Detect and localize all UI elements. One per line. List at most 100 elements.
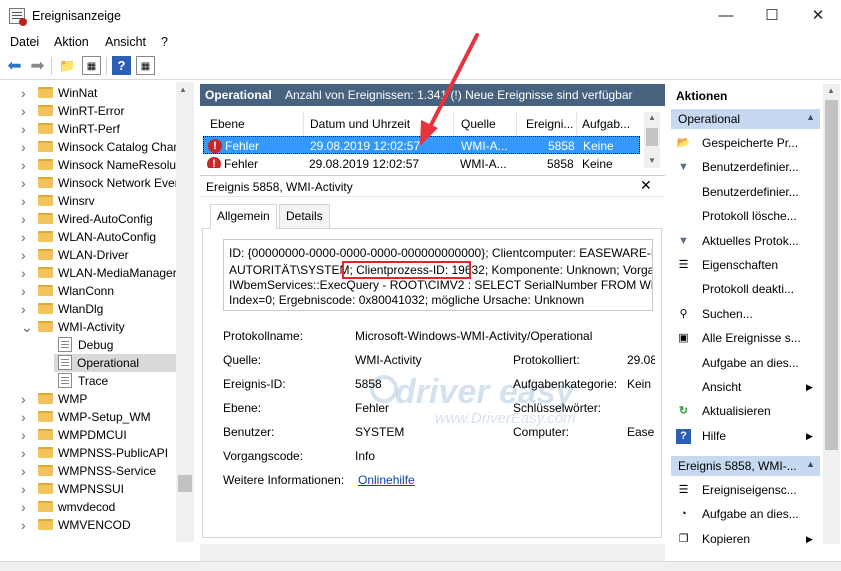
action-item[interactable]: Benutzerdefinier... (672, 181, 817, 203)
chevron-right-icon[interactable]: › (21, 192, 26, 210)
tree-item[interactable]: › Winsock Network Ever (0, 174, 179, 192)
column-separator[interactable] (303, 112, 304, 136)
actions-section-operational[interactable]: Operational ▲ (671, 109, 820, 129)
tree-item[interactable]: › Winsock Catalog Chan (0, 138, 180, 156)
tree-item[interactable]: › WMPDMCUI (0, 426, 176, 444)
column-header-ebene[interactable]: Ebene (210, 117, 245, 131)
help-icon[interactable]: ? (112, 56, 131, 75)
tree-item[interactable]: › Winsock NameResolut (0, 156, 179, 174)
action-item[interactable]: ❐ Kopieren ▶ (672, 528, 817, 550)
chevron-right-icon[interactable]: › (21, 408, 26, 426)
detail-horizontal-scrollbar[interactable] (200, 544, 665, 561)
action-item[interactable]: Protokoll lösche... (672, 205, 817, 227)
actions-scroll-thumb[interactable] (825, 100, 838, 450)
tree-item[interactable]: › Winsrv (0, 192, 176, 210)
action-item[interactable]: Protokoll deakti... (672, 278, 817, 300)
tree-item[interactable]: › WLAN-AutoConfig (0, 228, 176, 246)
tree-item[interactable]: › WMPNSS-Service (0, 462, 176, 480)
tree-item[interactable]: › WMPNSS-PublicAPI (0, 444, 176, 462)
tree-item[interactable]: › Wired-AutoConfig (0, 210, 176, 228)
chevron-right-icon[interactable]: › (21, 210, 26, 228)
chevron-right-icon[interactable]: › (21, 282, 26, 300)
column-header-datum[interactable]: Datum und Uhrzeit (310, 117, 410, 131)
back-arrow-icon[interactable]: ⬅ (5, 56, 24, 75)
column-header-quelle[interactable]: Quelle (461, 117, 496, 131)
tree-item[interactable]: › WlanDlg (0, 300, 176, 318)
event-row-selected[interactable]: ! Fehler 29.08.2019 12:02:57 WMI-A... 58… (203, 136, 640, 154)
collapse-chevron-icon[interactable]: ▲ (806, 459, 815, 469)
column-separator[interactable] (516, 112, 517, 136)
chevron-right-icon[interactable]: › (21, 516, 26, 534)
show-hide-actions-icon[interactable]: ▦ (136, 56, 155, 75)
column-separator[interactable] (453, 112, 454, 136)
tree-item[interactable]: › WMP-Setup_WM (0, 408, 176, 426)
tab-details[interactable]: Details (279, 204, 330, 228)
chevron-right-icon[interactable]: › (21, 84, 26, 102)
tree-item[interactable]: Operational (54, 354, 176, 372)
tab-allgemein[interactable]: Allgemein (210, 204, 277, 229)
column-separator[interactable] (576, 112, 577, 136)
event-row[interactable]: ! Fehler 29.08.2019 12:02:57 WMI-A... 58… (203, 155, 640, 168)
action-item[interactable]: ▼ Aktuelles Protok... (672, 230, 817, 252)
tree-scrollbar[interactable]: ▲ (176, 82, 194, 542)
tree-item[interactable]: › WMP (0, 390, 176, 408)
chevron-right-icon[interactable]: › (21, 138, 26, 156)
column-header-aufgabe[interactable]: Aufgab... (582, 117, 630, 131)
chevron-right-icon[interactable]: › (21, 480, 26, 498)
event-list-scroll-thumb[interactable] (646, 128, 658, 146)
collapse-chevron-icon[interactable]: ▲ (806, 112, 815, 122)
forward-arrow-icon[interactable]: ➡ (28, 56, 47, 75)
tree-item[interactable]: › WLAN-Driver (0, 246, 176, 264)
action-item[interactable]: 📂 Gespeicherte Pr... (672, 132, 817, 154)
chevron-right-icon[interactable]: › (21, 102, 26, 120)
tree-item[interactable]: › WMVENCOD (0, 516, 176, 534)
column-header-ereignis[interactable]: Ereigni... (526, 117, 573, 131)
online-help-link[interactable]: Onlinehilfe (358, 473, 415, 487)
action-item[interactable]: ☰ Eigenschaften (672, 254, 817, 276)
chevron-right-icon[interactable]: › (21, 426, 26, 444)
chevron-right-icon[interactable]: › (21, 264, 26, 282)
tree-item[interactable]: › WinRT-Perf (0, 120, 176, 138)
chevron-right-icon[interactable]: › (21, 498, 26, 516)
chevron-right-icon[interactable]: › (21, 156, 26, 174)
action-item[interactable]: ▼ Benutzerdefinier... (672, 156, 817, 178)
detail-close-icon[interactable]: ✕ (640, 177, 652, 194)
tree-item[interactable]: Trace (0, 372, 176, 390)
tree-item[interactable]: › WlanConn (0, 282, 176, 300)
tree-item[interactable]: › WMPNSSUI (0, 480, 176, 498)
menu-ansicht[interactable]: Ansicht (105, 35, 146, 49)
tree-scroll-thumb[interactable] (178, 475, 192, 492)
action-item[interactable]: ⚲ Suchen... (672, 303, 817, 325)
tree-item[interactable]: › wmvdecod (0, 498, 176, 516)
navigation-tree[interactable]: › WinNat › WinRT-Error › WinRT-Perf › Winsock C… (0, 82, 195, 542)
chevron-right-icon[interactable]: › (21, 246, 26, 264)
action-item[interactable]: ☰ Ereigniseigensc... (672, 479, 817, 501)
maximize-button[interactable]: ☐ (749, 0, 795, 32)
tree-item[interactable]: › WinRT-Error (0, 102, 176, 120)
menu-datei[interactable]: Datei (10, 35, 39, 49)
menu-aktion[interactable]: Aktion (54, 35, 89, 49)
menu-help[interactable]: ? (161, 35, 168, 49)
tree-item[interactable]: ⌄ WMI-Activity (0, 318, 176, 336)
action-item[interactable]: Ansicht ▶ (672, 376, 817, 398)
chevron-right-icon[interactable]: › (21, 228, 26, 246)
chevron-right-icon[interactable]: › (21, 120, 26, 138)
tree-item[interactable]: Debug (0, 336, 176, 354)
action-item[interactable]: ▣ Alle Ereignisse s... (672, 327, 817, 349)
chevron-right-icon[interactable]: › (21, 174, 26, 192)
chevron-right-icon[interactable]: › (21, 444, 26, 462)
chevron-right-icon[interactable]: › (21, 462, 26, 480)
folder-up-icon[interactable]: 📁 (58, 56, 77, 75)
action-item[interactable]: ? Hilfe ▶ (672, 425, 817, 447)
actions-section-event[interactable]: Ereignis 5858, WMI-... ▲ (671, 456, 820, 476)
chevron-right-icon[interactable]: › (21, 300, 26, 318)
close-button[interactable]: ✕ (795, 0, 841, 32)
chevron-down-icon[interactable]: ⌄ (21, 318, 33, 336)
action-item[interactable]: Aufgabe an dies... (672, 352, 817, 374)
tree-item[interactable]: › WinNat (0, 84, 176, 102)
show-hide-tree-icon[interactable]: ▦ (82, 56, 101, 75)
minimize-button[interactable]: — (703, 0, 749, 32)
chevron-right-icon[interactable]: › (21, 390, 26, 408)
action-item[interactable]: ◔ Aufgabe an dies... (672, 503, 817, 525)
tree-item[interactable]: › WLAN-MediaManager (0, 264, 177, 282)
